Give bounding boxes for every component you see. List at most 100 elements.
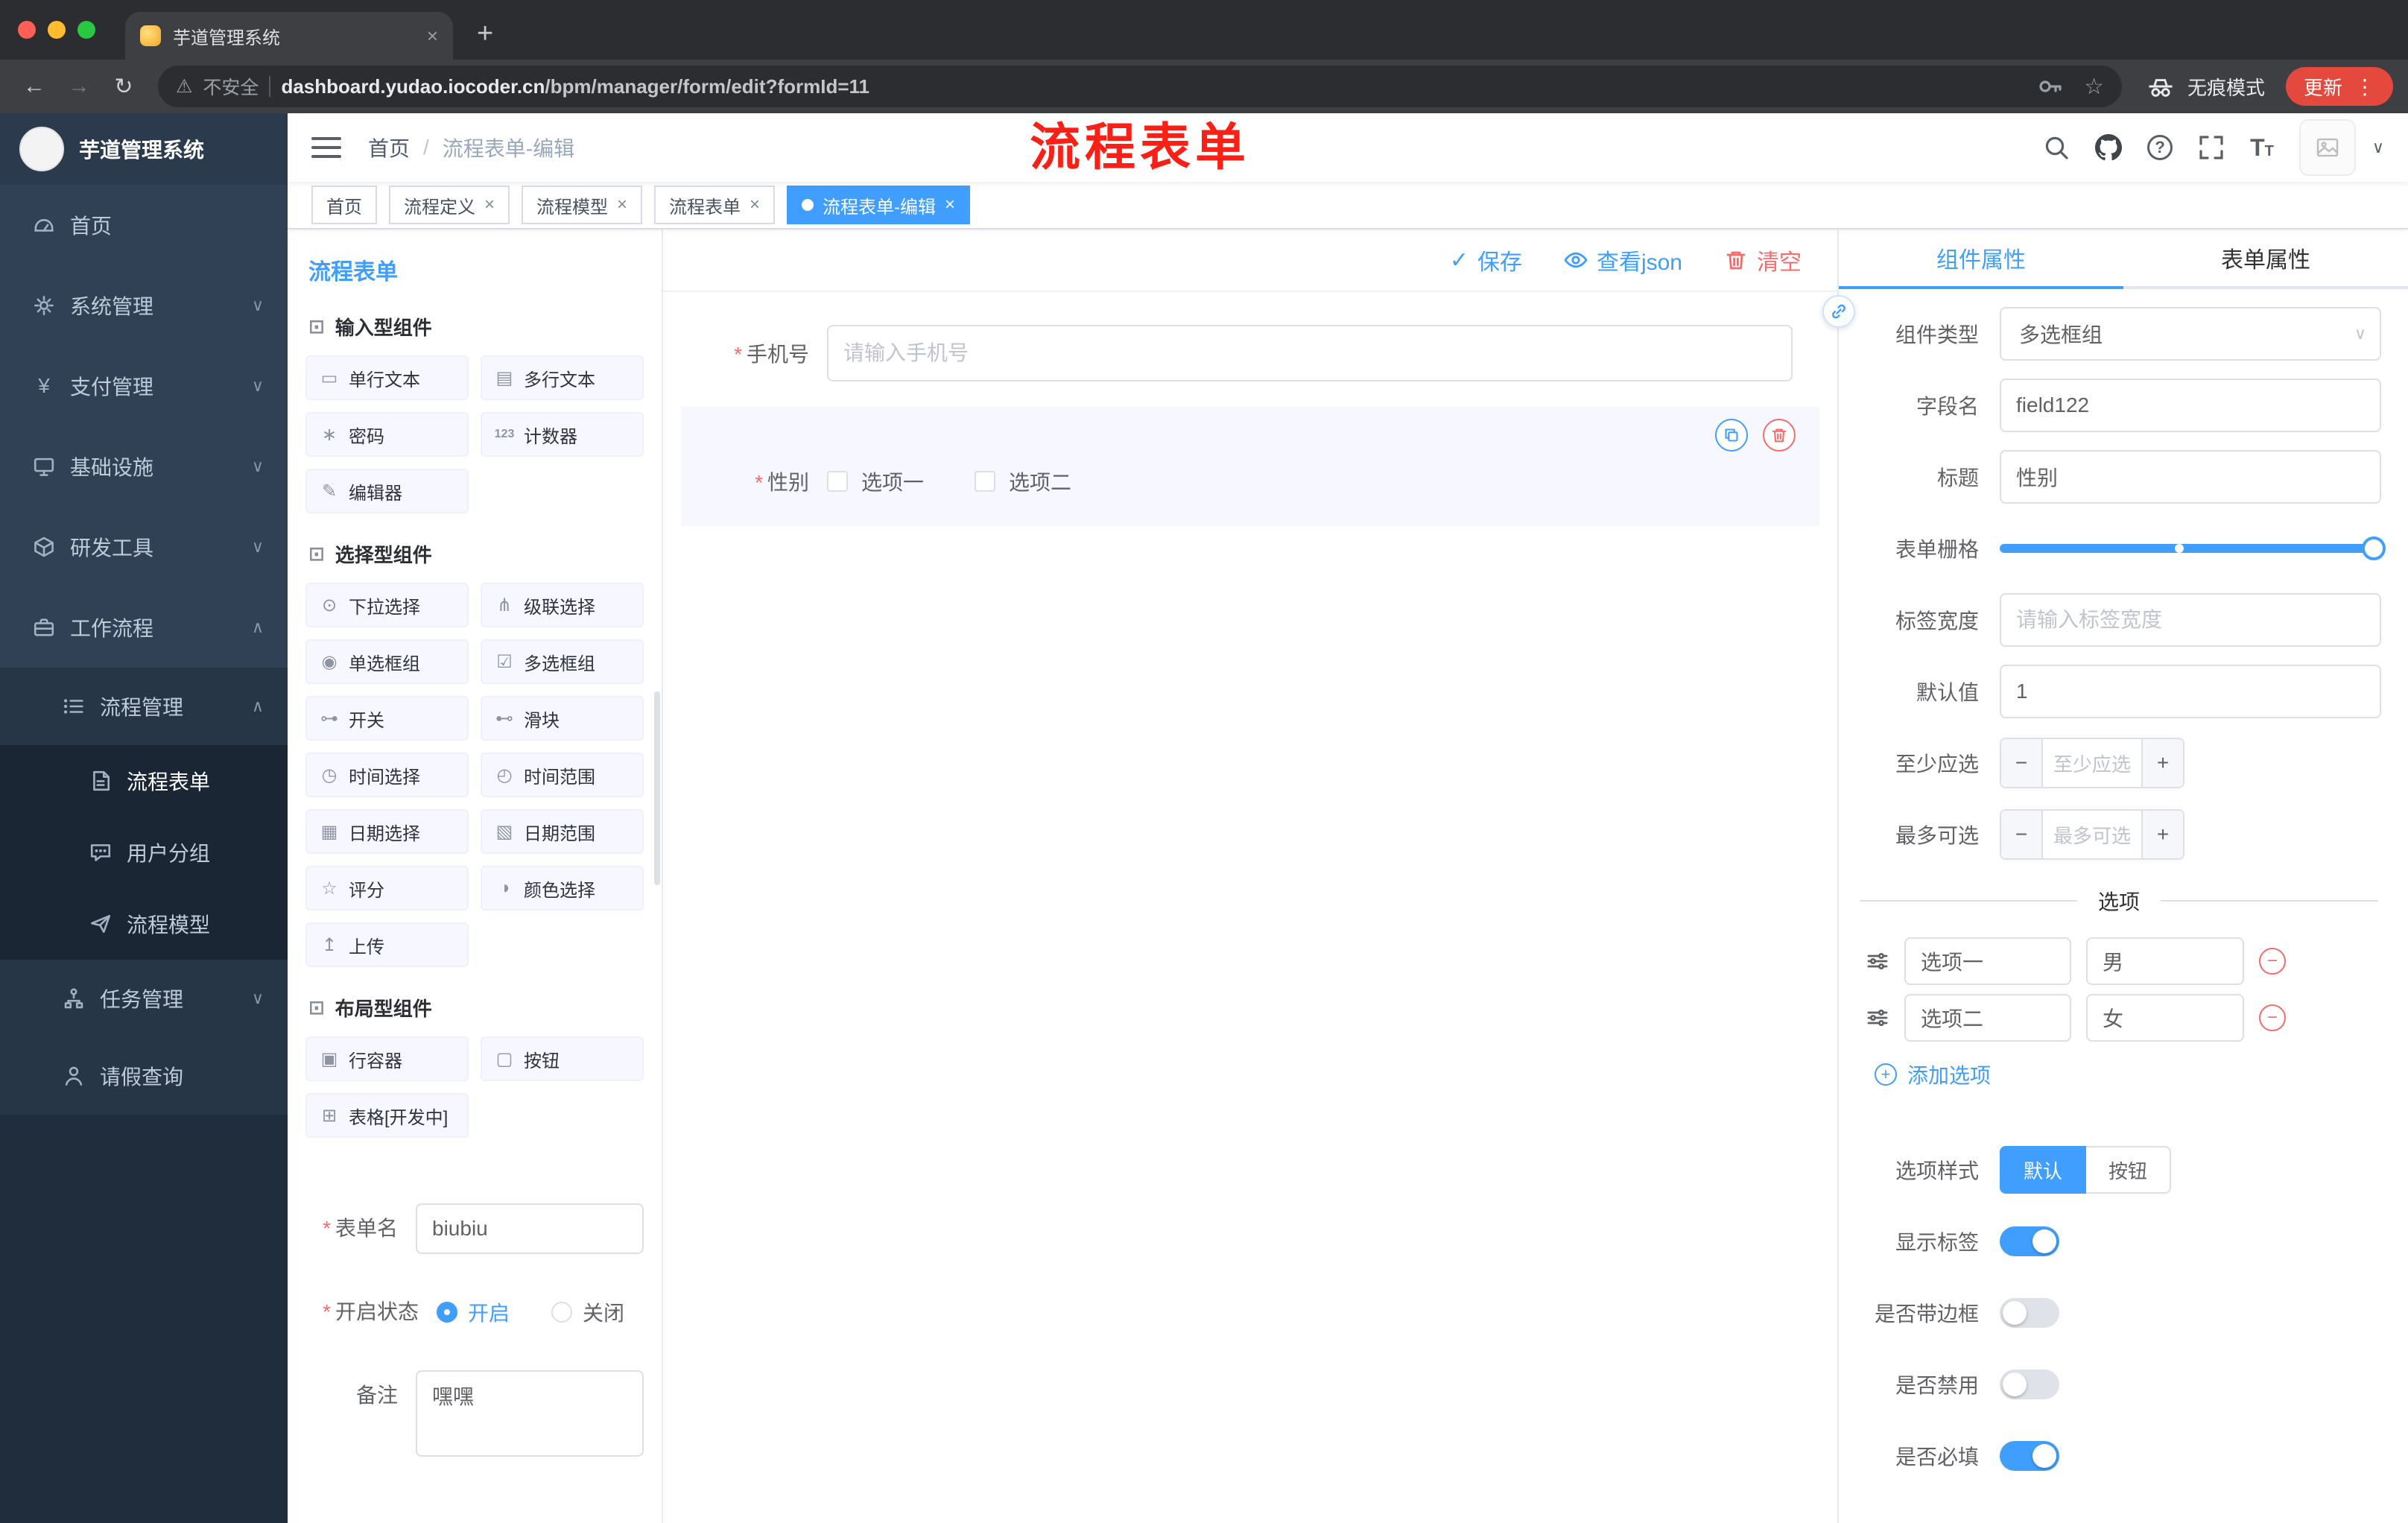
back-button[interactable]: ← (15, 74, 54, 99)
tag-process-definition[interactable]: 流程定义 × (389, 186, 510, 224)
browser-tab[interactable]: 芋道管理系统 × (125, 12, 453, 60)
tag-close-icon[interactable]: × (945, 194, 955, 215)
style-button-button[interactable]: 按钮 (2086, 1146, 2172, 1194)
tab-component-properties[interactable]: 组件属性 (1839, 229, 2123, 286)
tag-process-form[interactable]: 流程表单 × (654, 186, 776, 224)
status-off-radio[interactable]: 关闭 (551, 1297, 624, 1327)
fullscreen-icon[interactable] (2198, 134, 2225, 161)
help-icon[interactable]: ? (2147, 135, 2173, 160)
reload-button[interactable]: ↻ (104, 74, 143, 100)
link-icon[interactable] (1822, 295, 1855, 328)
status-on-radio[interactable]: 开启 (437, 1297, 510, 1327)
browser-update-button[interactable]: 更新 ⋮ (2285, 67, 2393, 106)
palette-scrollbar[interactable] (654, 691, 660, 885)
avatar[interactable] (2298, 119, 2356, 176)
palette-item-single-line-text[interactable]: ▭ 单行文本 (305, 355, 469, 400)
palette-item-counter[interactable]: 123 计数器 (481, 412, 644, 457)
avatar-caret-icon[interactable]: ∨ (2372, 138, 2384, 157)
sidebar-item-workflow[interactable]: 工作流程 ∧ (0, 587, 288, 668)
palette-item-upload[interactable]: ↥ 上传 (305, 922, 469, 967)
palette-item-table[interactable]: ⊞ 表格[开发中] (305, 1093, 469, 1138)
delete-component-button[interactable] (1763, 419, 1796, 452)
save-button[interactable]: ✓ 保存 (1450, 244, 1522, 276)
palette-item-textarea[interactable]: ▤ 多行文本 (481, 355, 644, 400)
password-key-icon[interactable] (2036, 73, 2063, 100)
window-close-button[interactable] (18, 21, 36, 39)
max-select-value[interactable]: 最多可选 (2043, 811, 2141, 858)
canvas-body[interactable]: *手机号 *性别 (663, 292, 1837, 1523)
palette-item-date[interactable]: ▦ 日期选择 (305, 809, 469, 854)
option1-value-input[interactable] (2086, 937, 2244, 985)
show-label-switch[interactable] (2000, 1226, 2059, 1256)
form-grid-slider[interactable] (2000, 536, 2386, 560)
sidebar-item-home[interactable]: 首页 (0, 185, 288, 265)
palette-item-date-range[interactable]: ▧ 日期范围 (481, 809, 644, 854)
tag-close-icon[interactable]: × (617, 194, 627, 215)
slider-handle[interactable] (2362, 536, 2386, 560)
palette-item-password[interactable]: ∗ 密码 (305, 412, 469, 457)
drag-handle-icon[interactable] (1866, 1006, 1889, 1030)
font-size-icon[interactable]: TT (2250, 134, 2274, 162)
sidebar-item-user-group[interactable]: 用户分组 (0, 817, 288, 888)
window-minimize-button[interactable] (48, 21, 66, 39)
address-bar[interactable]: ⚠ 不安全 dashboard.yudao.iocoder.cn/bpm/man… (158, 66, 2122, 107)
tag-process-model[interactable]: 流程模型 × (522, 186, 643, 224)
view-json-button[interactable]: 查看json (1564, 244, 1682, 276)
bookmark-star-icon[interactable]: ☆ (2084, 74, 2104, 100)
phone-input[interactable] (827, 325, 1793, 381)
form-name-input[interactable] (416, 1203, 644, 1254)
default-value-input[interactable] (2000, 665, 2381, 718)
copy-component-button[interactable] (1715, 419, 1748, 452)
breadcrumb-home[interactable]: 首页 (368, 133, 410, 162)
add-option-button[interactable]: + 添加选项 (1875, 1060, 2381, 1089)
remove-option-button[interactable]: − (2259, 1004, 2286, 1031)
tag-close-icon[interactable]: × (484, 194, 495, 215)
palette-item-rate[interactable]: ☆ 评分 (305, 866, 469, 911)
minus-button[interactable]: − (2001, 811, 2043, 858)
forward-button[interactable]: → (60, 74, 98, 99)
search-icon[interactable] (2043, 134, 2070, 161)
border-switch[interactable] (2000, 1298, 2059, 1328)
drag-handle-icon[interactable] (1866, 949, 1889, 973)
window-zoom-button[interactable] (77, 21, 95, 39)
palette-item-time[interactable]: ◷ 时间选择 (305, 753, 469, 797)
sidebar-item-payment[interactable]: ¥ 支付管理 ∨ (0, 346, 288, 426)
palette-item-time-range[interactable]: ◴ 时间范围 (481, 753, 644, 797)
option2-label-input[interactable] (1904, 994, 2071, 1042)
palette-item-cascader[interactable]: ⋔ 级联选择 (481, 583, 644, 627)
canvas-field-phone[interactable]: * 手机号 (681, 319, 1819, 387)
label-width-input[interactable] (2000, 593, 2381, 647)
component-type-select[interactable]: 多选框组 ∨ (2000, 307, 2381, 361)
sidebar-item-process-form[interactable]: 流程表单 (0, 745, 288, 817)
style-default-button[interactable]: 默认 (2000, 1146, 2087, 1194)
sidebar-toggle-button[interactable] (311, 137, 341, 158)
sidebar-item-task-management[interactable]: 任务管理 ∨ (0, 960, 288, 1037)
palette-item-switch[interactable]: ⊶ 开关 (305, 696, 469, 741)
sidebar-item-devtools[interactable]: 研发工具 ∨ (0, 507, 288, 587)
remove-option-button[interactable]: − (2259, 948, 2286, 975)
clear-button[interactable]: 清空 (1724, 244, 1802, 276)
tab-close-icon[interactable]: × (427, 25, 438, 48)
option1-label-input[interactable] (1904, 937, 2071, 985)
tab-form-properties[interactable]: 表单属性 (2123, 229, 2408, 286)
palette-item-editor[interactable]: ✎ 编辑器 (305, 469, 469, 513)
palette-item-slider[interactable]: ⊷ 滑块 (481, 696, 644, 741)
required-switch[interactable] (2000, 1441, 2059, 1471)
browser-menu-icon[interactable]: ⋮ (2354, 75, 2375, 99)
tag-home[interactable]: 首页 (311, 186, 377, 224)
tag-close-icon[interactable]: × (750, 194, 760, 215)
sidebar-item-infrastructure[interactable]: 基础设施 ∨ (0, 426, 288, 507)
canvas-field-gender-selected[interactable]: * 性别 选项一 选项二 (681, 407, 1819, 526)
palette-item-row-container[interactable]: ▣ 行容器 (305, 1036, 469, 1081)
palette-item-radio-group[interactable]: ◉ 单选框组 (305, 639, 469, 684)
minus-button[interactable]: − (2001, 739, 2043, 787)
gender-option2-checkbox[interactable]: 选项二 (975, 466, 1071, 496)
min-select-value[interactable]: 至少应选 (2043, 739, 2141, 787)
disabled-switch[interactable] (2000, 1370, 2059, 1399)
sidebar-item-leave-query[interactable]: 请假查询 (0, 1037, 288, 1115)
plus-button[interactable]: + (2141, 811, 2183, 858)
plus-button[interactable]: + (2141, 739, 2183, 787)
form-remark-textarea[interactable]: 嘿嘿 (416, 1370, 644, 1457)
palette-item-color[interactable]: ◑ 颜色选择 (481, 866, 644, 911)
gender-option1-checkbox[interactable]: 选项一 (827, 466, 924, 496)
